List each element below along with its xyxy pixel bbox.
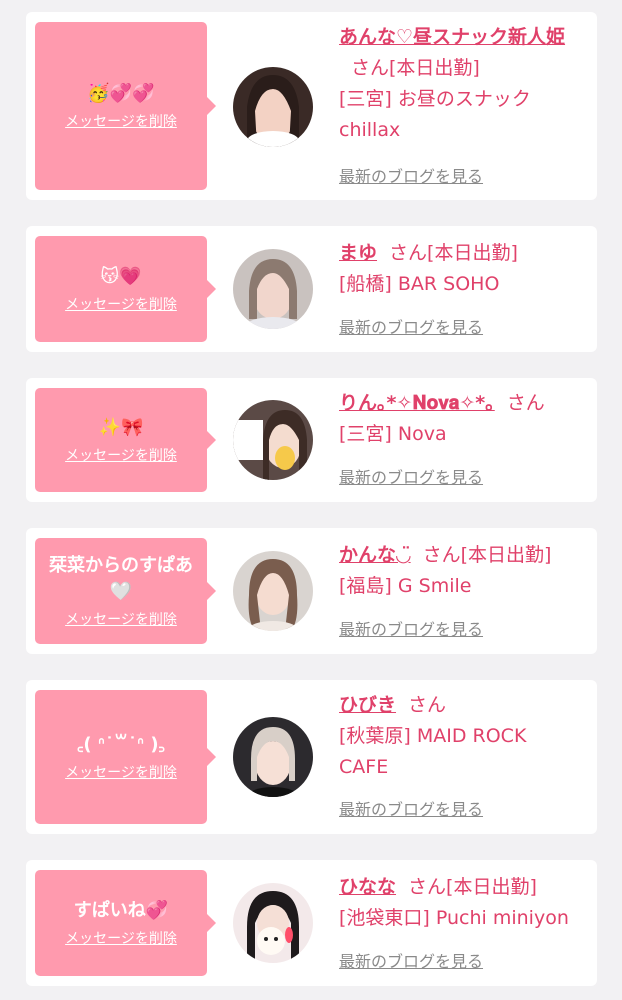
avatar[interactable] bbox=[233, 400, 313, 480]
message-bubble: すぱいね💞 メッセージを削除 bbox=[35, 870, 216, 976]
message-text: 🥳💞💞 bbox=[87, 83, 155, 104]
girl-name-link[interactable]: まゆ bbox=[339, 242, 377, 264]
delete-message-link[interactable]: メッセージを削除 bbox=[65, 611, 177, 629]
girl-info: ひびき さん [秋葉原] MAID ROCK CAFE bbox=[339, 690, 579, 783]
status-label: [本日出勤] bbox=[460, 544, 552, 566]
honorific: さん bbox=[422, 544, 461, 566]
delete-message-link[interactable]: メッセージを削除 bbox=[65, 296, 177, 314]
shop-label: [三宮] Nova bbox=[339, 423, 447, 445]
shop-label: [秋葉原] MAID ROCK CAFE bbox=[339, 725, 527, 778]
message-bubble: 😽💗 メッセージを削除 bbox=[35, 236, 216, 342]
message-card: 栞菜からのすぱあ 🤍 メッセージを削除 かんな◡̈ さん[本日出勤] [福島] G… bbox=[26, 528, 597, 654]
honorific: さん bbox=[351, 57, 390, 79]
status-label: [本日出勤] bbox=[446, 876, 537, 898]
latest-blog-link[interactable]: 最新のブログを見る bbox=[339, 952, 483, 972]
avatar[interactable] bbox=[233, 883, 313, 963]
shop-label: [三宮] お昼のスナックchillax bbox=[339, 88, 531, 141]
girl-name-link[interactable]: あんな♡昼スナック新人姫 bbox=[339, 26, 565, 48]
girl-portrait-icon bbox=[233, 400, 313, 480]
girl-info: ひなな さん[本日出勤] [池袋東口] Puchi miniyon bbox=[339, 872, 579, 934]
girl-portrait-icon bbox=[233, 67, 313, 147]
girl-portrait-icon bbox=[233, 249, 313, 329]
message-text: ꜀( ᐢ˙꒳˙ᐢ )꜆ bbox=[77, 734, 165, 755]
girl-portrait-icon bbox=[233, 717, 313, 797]
shop-label: [船橋] BAR SOHO bbox=[339, 273, 500, 295]
avatar[interactable] bbox=[233, 249, 313, 329]
message-card: すぱいね💞 メッセージを削除 ひなな さん[本日出勤] [池袋東口] Puchi … bbox=[26, 860, 597, 986]
message-bubble: ✨🎀 メッセージを削除 bbox=[35, 388, 216, 492]
delete-message-link[interactable]: メッセージを削除 bbox=[65, 764, 177, 782]
latest-blog-link[interactable]: 最新のブログを見る bbox=[339, 318, 483, 338]
message-bubble: 栞菜からのすぱあ 🤍 メッセージを削除 bbox=[35, 538, 216, 644]
girl-info: まゆ さん[本日出勤] [船橋] BAR SOHO bbox=[339, 238, 579, 300]
girl-name-link[interactable]: かんな◡̈ bbox=[339, 544, 411, 566]
message-card: ✨🎀 メッセージを削除 りん｡*✧𝐍𝐨𝐯𝐚✧*｡ さん [三宮] Nova 最新の… bbox=[26, 378, 597, 502]
message-bubble: 🥳💞💞 メッセージを削除 bbox=[35, 22, 216, 190]
message-text: すぱいね💞 bbox=[73, 900, 169, 921]
honorific: さん bbox=[506, 392, 545, 414]
delete-message-link[interactable]: メッセージを削除 bbox=[65, 930, 177, 948]
shop-label: [福島] G Smile bbox=[339, 575, 472, 597]
girl-info: かんな◡̈ さん[本日出勤] [福島] G Smile bbox=[339, 540, 579, 602]
girl-name-link[interactable]: ひなな bbox=[339, 876, 396, 898]
message-card: 😽💗 メッセージを削除 まゆ さん[本日出勤] [船橋] BAR SOHO 最新の… bbox=[26, 226, 597, 352]
girl-portrait-icon bbox=[233, 551, 313, 631]
avatar[interactable] bbox=[233, 67, 313, 147]
avatar[interactable] bbox=[233, 717, 313, 797]
girl-name-link[interactable]: ひびき bbox=[339, 694, 396, 716]
message-card: 🥳💞💞 メッセージを削除 あんな♡昼スナック新人姫さん[本日出勤] [三宮] お… bbox=[26, 12, 597, 200]
honorific: さん bbox=[389, 242, 428, 264]
shop-label: [池袋東口] Puchi miniyon bbox=[339, 907, 569, 929]
honorific: さん bbox=[408, 876, 447, 898]
honorific: さん bbox=[408, 694, 447, 716]
status-label: [本日出勤] bbox=[389, 57, 480, 79]
girl-name-link[interactable]: りん｡*✧𝐍𝐨𝐯𝐚✧*｡ bbox=[339, 392, 495, 414]
girl-info: あんな♡昼スナック新人姫さん[本日出勤] [三宮] お昼のスナックchillax bbox=[339, 22, 579, 146]
latest-blog-link[interactable]: 最新のブログを見る bbox=[339, 800, 483, 820]
latest-blog-link[interactable]: 最新のブログを見る bbox=[339, 620, 483, 640]
avatar[interactable] bbox=[233, 551, 313, 631]
latest-blog-link[interactable]: 最新のブログを見る bbox=[339, 167, 483, 187]
message-text: ✨🎀 bbox=[98, 417, 144, 438]
message-text: 栞菜からのすぱあ 🤍 bbox=[49, 555, 193, 602]
latest-blog-link[interactable]: 最新のブログを見る bbox=[339, 468, 483, 488]
message-text: 😽💗 bbox=[100, 266, 142, 287]
delete-message-link[interactable]: メッセージを削除 bbox=[65, 447, 177, 465]
message-card: ꜀( ᐢ˙꒳˙ᐢ )꜆ メッセージを削除 ひびき さん [秋葉原] MAID RO… bbox=[26, 680, 597, 834]
girl-portrait-icon bbox=[233, 883, 313, 963]
status-label: [本日出勤] bbox=[427, 242, 518, 264]
girl-info: りん｡*✧𝐍𝐨𝐯𝐚✧*｡ さん [三宮] Nova bbox=[339, 388, 579, 450]
delete-message-link[interactable]: メッセージを削除 bbox=[65, 113, 177, 131]
message-bubble: ꜀( ᐢ˙꒳˙ᐢ )꜆ メッセージを削除 bbox=[35, 690, 216, 824]
